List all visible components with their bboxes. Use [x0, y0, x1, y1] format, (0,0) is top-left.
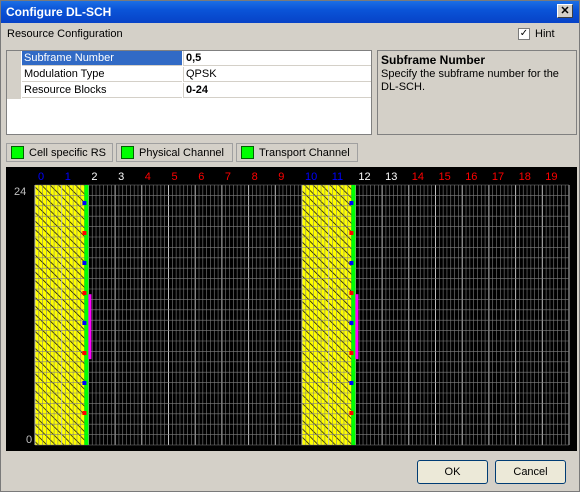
title-bar: Configure DL-SCH ✕	[1, 1, 579, 23]
row-gutter	[7, 67, 21, 83]
configure-dlsch-dialog: Configure DL-SCH ✕ Resource Configuratio…	[0, 0, 580, 492]
slot-label: 1	[65, 171, 71, 183]
row-gutter	[7, 51, 21, 67]
legend-physical-channel[interactable]: Physical Channel	[116, 143, 233, 162]
hint-title: Subframe Number	[381, 53, 486, 67]
slot-label: 18	[519, 171, 531, 183]
pbch-marker	[355, 294, 359, 360]
slot-label: 5	[172, 171, 178, 183]
property-row-resource-blocks[interactable]: Resource Blocks 0-24	[7, 83, 371, 99]
rs-symbol	[82, 261, 87, 265]
property-name[interactable]: Resource Blocks	[22, 83, 182, 98]
property-name[interactable]: Modulation Type	[22, 67, 182, 82]
legend-label: Transport Channel	[259, 147, 350, 159]
property-value[interactable]: 0-24	[183, 83, 371, 98]
checkbox-check-icon[interactable]: ✓	[518, 28, 530, 40]
rs-symbol	[349, 231, 354, 235]
legend-cell-specific-rs[interactable]: Cell specific RS	[6, 143, 113, 162]
property-value[interactable]: QPSK	[183, 67, 371, 82]
hint-description: Specify the subframe number for the DL-S…	[381, 68, 559, 93]
resource-grid[interactable]: 0 1 2 3 4 5 6 7 8 9 10 11 12 13 14 15 16 17 18 19240	[6, 167, 577, 451]
rs-symbol	[349, 351, 354, 355]
slot-label: 4	[145, 171, 151, 183]
property-value[interactable]: 0,5	[183, 51, 371, 66]
cancel-button[interactable]: Cancel	[495, 460, 566, 484]
swatch-icon	[11, 146, 24, 159]
rs-symbol	[82, 291, 87, 295]
reference-signal-column	[84, 185, 89, 445]
rs-symbol	[349, 261, 354, 265]
reference-signal-column	[351, 185, 356, 445]
rs-symbol	[82, 351, 87, 355]
property-grid: Subframe Number 0,5 Modulation Type QPSK…	[6, 50, 372, 135]
y-axis-label-bottom: 0	[26, 434, 32, 446]
rs-symbol	[82, 381, 87, 385]
property-row-modulation-type[interactable]: Modulation Type QPSK	[7, 67, 371, 83]
slot-label: 15	[439, 171, 451, 183]
slot-label: 10	[305, 171, 317, 183]
hint-panel: Subframe Number Specify the subframe num…	[377, 50, 577, 135]
rs-symbol	[349, 411, 354, 415]
slot-label: 16	[465, 171, 477, 183]
rs-symbol	[349, 381, 354, 385]
slot-label: 9	[278, 171, 284, 183]
slot-label: 8	[252, 171, 258, 183]
slot-label: 6	[198, 171, 204, 183]
rs-symbol	[349, 201, 354, 205]
property-name[interactable]: Subframe Number	[22, 51, 182, 66]
rs-symbol	[82, 321, 87, 325]
slot-label: 2	[91, 171, 97, 183]
swatch-icon	[121, 146, 134, 159]
slot-label: 12	[358, 171, 370, 183]
close-button[interactable]: ✕	[557, 4, 573, 18]
slot-label: 17	[492, 171, 504, 183]
legend-label: Cell specific RS	[29, 147, 107, 159]
hint-label: Hint	[535, 28, 555, 40]
section-label: Resource Configuration	[7, 28, 123, 40]
pbch-marker	[88, 294, 92, 360]
row-gutter	[7, 83, 21, 99]
slot-label: 13	[385, 171, 397, 183]
property-row-subframe-number[interactable]: Subframe Number 0,5	[7, 51, 371, 67]
slot-label: 7	[225, 171, 231, 183]
ok-button[interactable]: OK	[417, 460, 488, 484]
window-title: Configure DL-SCH	[6, 5, 112, 19]
slot-label: 14	[412, 171, 424, 183]
swatch-icon	[241, 146, 254, 159]
slot-label: 0	[38, 171, 44, 183]
rs-symbol	[349, 291, 354, 295]
slot-label: 3	[118, 171, 124, 183]
slot-label: 19	[545, 171, 557, 183]
y-axis-label-top: 24	[14, 186, 26, 198]
legend-transport-channel[interactable]: Transport Channel	[236, 143, 358, 162]
rs-symbol	[82, 231, 87, 235]
resource-grid-panel[interactable]: 0 1 2 3 4 5 6 7 8 9 10 11 12 13 14 15 16 17 18 19 24 0	[6, 167, 577, 451]
rs-symbol	[82, 411, 87, 415]
rs-symbol	[82, 201, 87, 205]
legend-label: Physical Channel	[139, 147, 224, 159]
close-icon: ✕	[560, 5, 570, 17]
slot-label: 11	[332, 171, 343, 183]
rs-symbol	[349, 321, 354, 325]
